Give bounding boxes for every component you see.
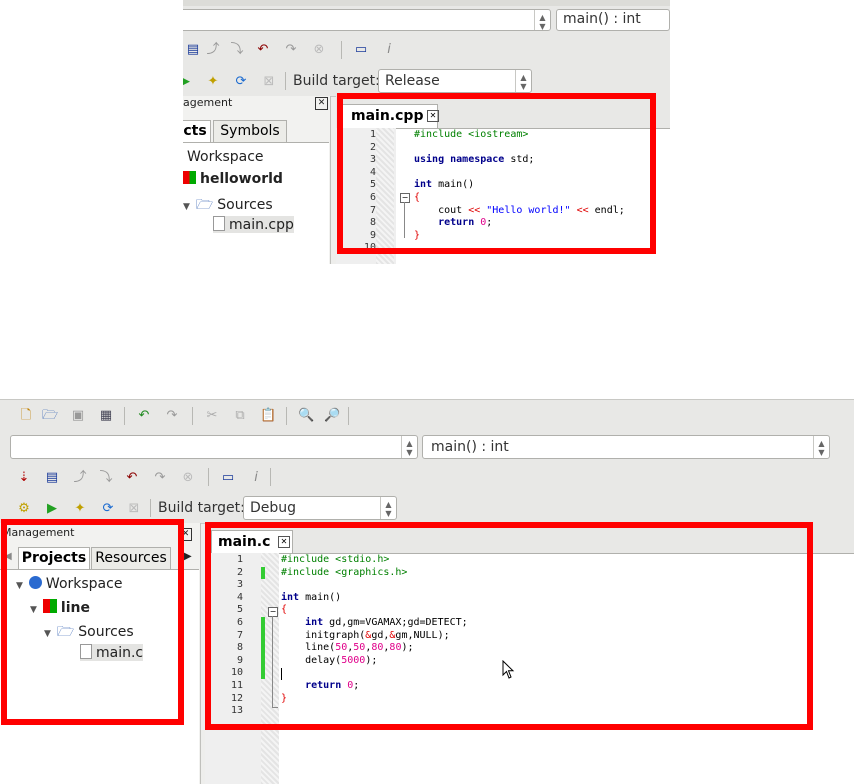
file-icon (213, 216, 225, 231)
main-toolbar: 🗋 🗁 ▣ ▦ ↶ ↷ ✂ ⧉ 📋 🔍 🔎 (0, 399, 854, 433)
copy-icon[interactable]: ⧉ (232, 408, 248, 424)
next-line-icon[interactable]: ⤵ (98, 470, 114, 486)
top-scope-combo[interactable]: ▲ ▼ (183, 9, 551, 31)
tab-projects[interactable]: cts (183, 120, 211, 142)
paste-icon[interactable]: 📋 (260, 408, 276, 424)
debug-window-icon[interactable]: ▭ (353, 42, 369, 58)
debug-icon[interactable]: ▤ (185, 42, 201, 58)
top-debug-toolbar: ▤ ⤴ ⤵ ↶ ↷ ⊗ ▭ i (183, 34, 670, 67)
step-out-icon[interactable]: ↶ (255, 42, 271, 58)
scroll-right-icon[interactable]: ▶ (184, 551, 192, 562)
step-out-icon[interactable]: ↶ (124, 470, 140, 486)
right-highlight-box (205, 522, 813, 730)
build-icon[interactable]: ⚙ (16, 501, 32, 517)
replace-icon[interactable]: 🔎 (324, 408, 340, 424)
build-target-label: Build target: (293, 73, 380, 89)
toolbar-separator (285, 72, 286, 90)
step-icon[interactable]: ▤ (44, 470, 60, 486)
step-into-icon[interactable]: ⤴ (72, 470, 88, 486)
tree-workspace[interactable]: Workspace (187, 149, 264, 165)
abort-icon[interactable]: ⊗ (180, 470, 196, 486)
left-highlight-box (1, 519, 184, 725)
new-file-icon[interactable]: 🗋 (18, 408, 34, 424)
project-icon (183, 171, 196, 184)
build-run-icon[interactable]: ✦ (205, 74, 221, 90)
toolbar-separator (150, 499, 151, 517)
management-title: agement ✕ (183, 96, 330, 113)
tree-file[interactable]: main.cpp (213, 216, 294, 233)
run-icon[interactable]: ▶ (183, 74, 193, 90)
step-into-icon[interactable]: ⤴ (205, 42, 221, 58)
debug-icon[interactable]: ⇣ (16, 470, 32, 486)
build-target-select[interactable]: Release ▲ ▼ (378, 69, 532, 93)
next-instruction-icon[interactable]: ↷ (152, 470, 168, 486)
build-target-select[interactable]: Debug ▲ ▼ (243, 496, 397, 520)
folder-icon: 🗁 (195, 197, 214, 213)
info-icon[interactable]: i (248, 470, 264, 486)
close-icon[interactable]: ✕ (315, 97, 328, 110)
build-run-icon[interactable]: ✦ (72, 501, 88, 517)
rebuild-icon[interactable]: ⟳ (100, 501, 116, 517)
step-icon[interactable]: ⤵ (229, 42, 245, 58)
top-highlight-box (337, 93, 656, 254)
toolbar-separator (192, 407, 193, 425)
toolbar-separator (124, 407, 125, 425)
find-icon[interactable]: 🔍 (298, 408, 314, 424)
scope-combo[interactable]: ▲ ▼ (10, 435, 418, 459)
toolbar-separator (286, 407, 287, 425)
function-combo[interactable]: main() : int ▲ ▼ (422, 435, 830, 459)
expand-arrow-icon[interactable]: ▼ (183, 202, 190, 212)
debug-window-icon[interactable]: ▭ (220, 470, 236, 486)
tree-sources[interactable]: ▼ 🗁 Sources (183, 194, 273, 218)
top-function-combo[interactable]: main() : int (556, 9, 670, 31)
redo-icon[interactable]: ↷ (164, 408, 180, 424)
toolbar-separator (270, 468, 271, 486)
code-toolbar: ▲ ▼ main() : int ▲ ▼ (0, 431, 854, 462)
toolbar-separator (341, 41, 342, 59)
info-icon[interactable]: i (381, 42, 397, 58)
project-tree: Workspace helloworld ▼ 🗁 Sources main.cpp (183, 142, 329, 264)
run-icon[interactable]: ▶ (44, 501, 60, 517)
build-target-label: Build target: (158, 500, 245, 516)
undo-icon[interactable]: ↶ (136, 408, 152, 424)
save-icon[interactable]: ▣ (70, 408, 86, 424)
debug-toolbar: ⇣ ▤ ⤴ ⤵ ↶ ↷ ⊗ ▭ i (0, 461, 854, 494)
abort-icon[interactable]: ⊗ (311, 42, 327, 58)
open-icon[interactable]: 🗁 (42, 408, 58, 424)
abort-icon[interactable]: ⊠ (261, 74, 277, 90)
toolbar-separator (208, 468, 209, 486)
tab-symbols[interactable]: Symbols (213, 120, 287, 142)
top-code-toolbar: ▲ ▼ main() : int (183, 6, 670, 35)
save-all-icon[interactable]: ▦ (98, 408, 114, 424)
top-management-panel: agement ✕ cts Symbols Workspace hellowor… (183, 96, 331, 264)
abort-icon[interactable]: ⊠ (126, 501, 142, 517)
rebuild-icon[interactable]: ⟳ (233, 74, 249, 90)
next-instruction-icon[interactable]: ↷ (283, 42, 299, 58)
cut-icon[interactable]: ✂ (204, 408, 220, 424)
tree-project[interactable]: helloworld (183, 171, 283, 187)
toolbar-separator (348, 407, 349, 425)
